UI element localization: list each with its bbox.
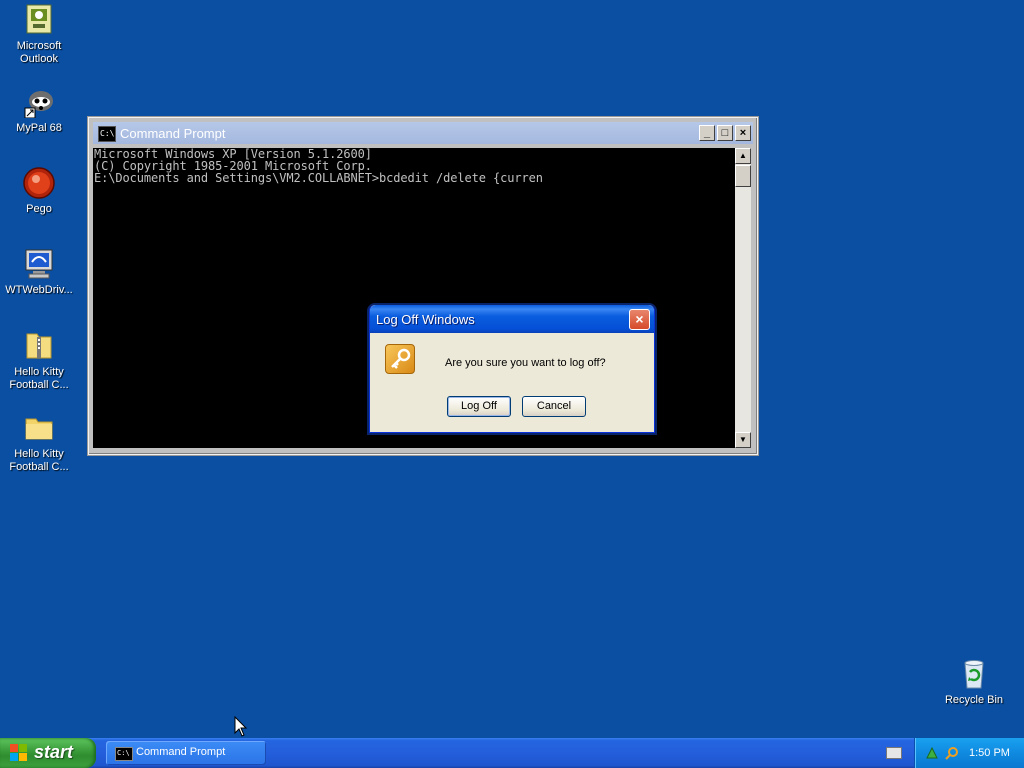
desktop-icon-label: Hello Kitty Football C... [9,448,69,473]
desktop-icon-mypal[interactable]: MyPal 68 [0,86,78,135]
maximize-button[interactable]: □ [717,125,733,141]
desktop-icon-label: WTWebDriv... [5,284,73,296]
window-title: Command Prompt [120,126,226,141]
scroll-up-button[interactable]: ▲ [735,148,751,164]
log-off-button[interactable]: Log Off [447,396,511,417]
desktop-icon-label: Hello Kitty Football C... [9,366,69,391]
cmd-icon: C:\ [98,126,116,142]
start-button[interactable]: start [0,738,96,768]
recycle-bin-icon [958,658,990,690]
network-icon[interactable] [925,746,939,760]
log-off-dialog[interactable]: Log Off Windows × Are you sure you want … [369,305,655,433]
desktop-icon-outlook[interactable]: Microsoft Outlook [0,4,78,66]
taskbar-item-label: Command Prompt [136,746,226,758]
outlook-icon [23,4,55,36]
windows-flag-icon [10,744,28,762]
dialog-titlebar[interactable]: Log Off Windows × [370,305,654,333]
desktop-icon-label: Microsoft Outlook [16,40,62,65]
mypal-icon [23,86,55,119]
dialog-close-button[interactable]: × [629,309,650,330]
search-icon[interactable] [945,746,959,760]
folder-icon [23,412,55,444]
desktop-icon-label: MyPal 68 [16,122,62,134]
desktop-icon-zip-folder[interactable]: Hello Kitty Football C... [0,330,78,392]
window-titlebar[interactable]: C:\ Command Prompt _ □ × [93,122,753,144]
scroll-down-button[interactable]: ▼ [735,432,751,448]
start-label: start [34,742,74,762]
desktop-icon-wtwebdriver[interactable]: WTWebDriv... [0,248,78,297]
desktop-icon-pego[interactable]: Pego [0,167,78,216]
cmd-icon: C:\ [115,747,133,761]
desktop-icon-folder[interactable]: Hello Kitty Football C... [0,412,78,474]
pego-icon [23,167,55,199]
taskbar: start C:\ Command Prompt 1:50 PM [0,738,1024,768]
desktop-icon-recycle-bin[interactable]: Recycle Bin [935,658,1013,707]
dialog-message: Are you sure you want to log off? [445,357,606,369]
clock[interactable]: 1:50 PM [969,747,1010,759]
dialog-title: Log Off Windows [376,312,475,327]
key-icon [385,344,415,374]
cancel-button[interactable]: Cancel [522,396,586,417]
scroll-thumb[interactable] [735,165,751,187]
close-button[interactable]: × [735,125,751,141]
system-tray: 1:50 PM [914,738,1024,768]
desktop-icon-label: Recycle Bin [944,694,1004,706]
mouse-cursor-icon [234,715,248,738]
keyboard-icon[interactable] [886,747,902,759]
dialog-body: Are you sure you want to log off? Log Of… [373,333,651,429]
desktop-icon-label: Pego [26,203,52,215]
minimize-button[interactable]: _ [699,125,715,141]
webdriver-icon [23,248,55,280]
taskbar-item-command-prompt[interactable]: C:\ Command Prompt [106,741,266,765]
zip-folder-icon [23,330,55,362]
vertical-scrollbar[interactable]: ▲ ▼ [735,148,751,448]
console-line: E:\Documents and Settings\VM2.COLLABNET>… [94,171,543,185]
